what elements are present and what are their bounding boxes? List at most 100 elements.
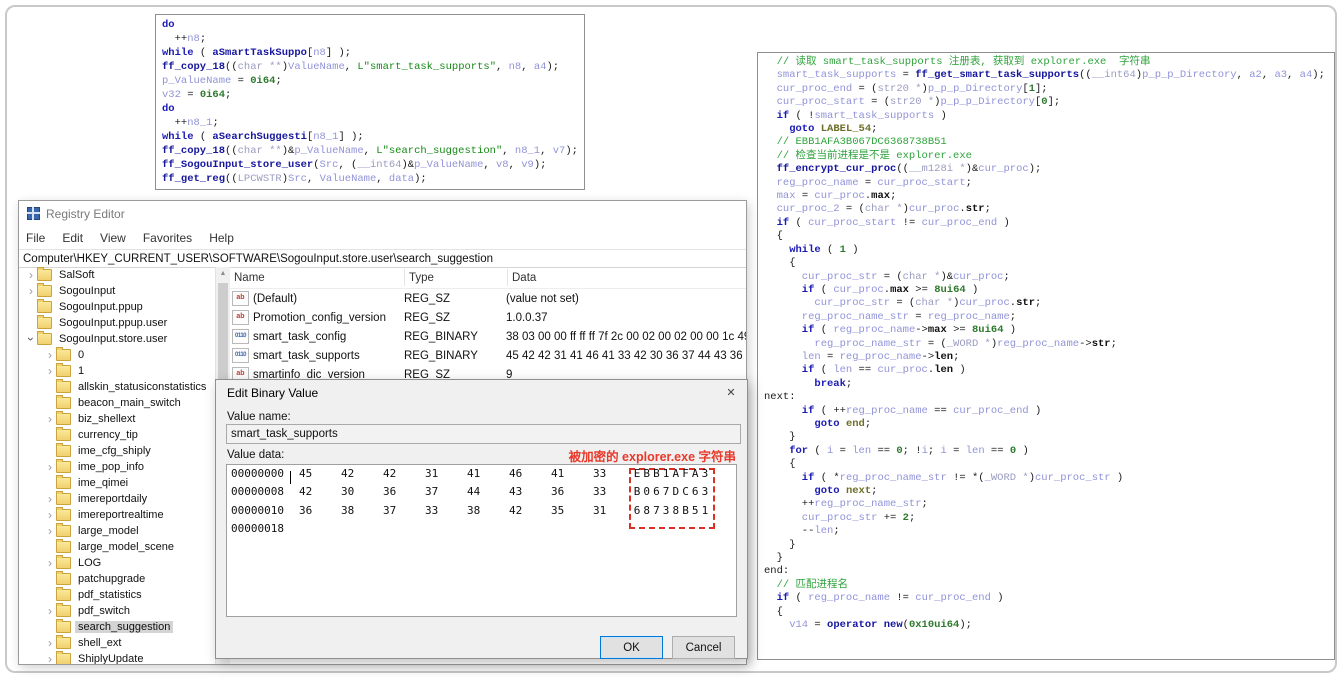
tree-item-currency_tip[interactable]: currency_tip <box>19 427 215 443</box>
hex-offset: 00000008 <box>231 485 284 499</box>
value-type: REG_SZ <box>404 292 451 305</box>
hex-offset: 00000000 <box>231 467 284 480</box>
value-row-Promotion_config_version[interactable]: ab Promotion_config_version REG_SZ 1.0.0.37 <box>230 308 746 327</box>
tree-item-SogouInput.store.user[interactable]: › SogouInput.store.user <box>19 331 215 347</box>
folder-icon <box>37 331 52 345</box>
window-title: Registry Editor <box>46 206 125 221</box>
tree-item-SogouInput[interactable]: › SogouInput <box>19 283 215 299</box>
chevron-right-icon[interactable]: › <box>44 509 56 521</box>
chevron-down-icon[interactable]: › <box>24 333 38 345</box>
chevron-right-icon[interactable]: › <box>44 493 56 505</box>
chevron-right-icon[interactable]: › <box>44 605 56 617</box>
hex-byte: 41 <box>551 467 565 480</box>
folder-icon <box>56 475 71 489</box>
code-line: if ( *reg_proc_name_str != *(_WORD *)cur… <box>764 471 1124 484</box>
chevron-right-icon[interactable]: › <box>44 525 56 537</box>
tree-item-SogouInput.ppup.user[interactable]: SogouInput.ppup.user <box>19 315 215 331</box>
tree-item-ime_cfg_shiply[interactable]: ime_cfg_shiply <box>19 443 215 459</box>
column-header-type[interactable]: Type <box>405 269 508 286</box>
screenshot-root: do ++n8; while ( aSmartTaskSuppo[n8] ); ff… <box>0 0 1342 678</box>
tree-item-ime_pop_info[interactable]: › ime_pop_info <box>19 459 215 475</box>
value-row-(Default)[interactable]: ab (Default) REG_SZ (value not set) <box>230 289 746 308</box>
tree-item-1[interactable]: › 1 <box>19 363 215 379</box>
chevron-right-icon[interactable]: › <box>44 461 56 473</box>
hex-editor[interactable]: 00000000 45 42 42 31 41 46 41 33 E B B 1 A F A 3 00000008… <box>226 464 737 617</box>
tree-item-search_suggestion[interactable]: search_suggestion <box>19 619 215 635</box>
tree-item-imereportdaily[interactable]: › imereportdaily <box>19 491 215 507</box>
hex-row: 00000000 45 42 42 31 41 46 41 33 E B B 1 A F A 3 <box>227 465 736 483</box>
column-header-data[interactable]: Data <box>508 269 746 286</box>
tree-item-ShiplyUpdate[interactable]: › ShiplyUpdate <box>19 651 215 664</box>
tree-item-allskin_statusiconstatistics[interactable]: allskin_statusiconstatistics <box>19 379 215 395</box>
tree-item-SalSoft[interactable]: › SalSoft <box>19 267 215 283</box>
ascii-char: 3 <box>701 467 709 480</box>
tree-item-LOG[interactable]: › LOG <box>19 555 215 571</box>
hex-byte: 36 <box>551 485 565 499</box>
ascii-char: 5 <box>691 503 699 517</box>
chevron-right-icon[interactable]: › <box>44 653 56 664</box>
hex-byte: 45 <box>299 467 313 480</box>
folder-icon <box>56 523 71 537</box>
chevron-right-icon[interactable]: › <box>44 349 56 361</box>
code-line: if ( cur_proc_start != cur_proc_end ) <box>764 216 1010 229</box>
code-line: do <box>162 19 175 31</box>
tree-item-shell_ext[interactable]: › shell_ext <box>19 635 215 651</box>
ascii-char: B <box>643 467 650 480</box>
chevron-right-icon[interactable]: › <box>44 365 56 377</box>
hex-byte: 33 <box>593 467 607 480</box>
menu-item-favorites[interactable]: Favorites <box>143 231 192 245</box>
ascii-char: B <box>682 503 689 517</box>
tree-item-beacon_main_switch[interactable]: beacon_main_switch <box>19 395 215 411</box>
menu-item-file[interactable]: File <box>26 231 45 245</box>
folder-icon <box>56 379 71 393</box>
tree-item-large_model_scene[interactable]: large_model_scene <box>19 539 215 555</box>
tree-item-label: search_suggestion <box>75 621 174 633</box>
menu-item-edit[interactable]: Edit <box>62 231 83 245</box>
registry-titlebar[interactable]: Registry Editor <box>19 201 746 226</box>
tree-item-SogouInput.ppup[interactable]: SogouInput.ppup <box>19 299 215 315</box>
value-data-label: Value data: <box>227 449 285 461</box>
value-rows: ab (Default) REG_SZ (value not set) ab Promot… <box>230 289 746 384</box>
value-name-field[interactable]: smart_task_supports <box>226 424 741 444</box>
dialog-titlebar[interactable]: Edit Binary Value <box>216 380 747 405</box>
chevron-right-icon[interactable]: › <box>44 413 56 425</box>
tree-item-pdf_switch[interactable]: › pdf_switch <box>19 603 215 619</box>
code-line: ff_copy_18((char **)&p_ValueName, L"sear… <box>162 145 578 157</box>
close-icon[interactable]: ✕ <box>717 382 745 403</box>
value-row-smart_task_config[interactable]: 0110 smart_task_config REG_BINARY 38 03 00 … <box>230 327 746 346</box>
hex-byte: 38 <box>341 503 355 517</box>
ascii-char: 6 <box>653 485 660 499</box>
ascii-char: 1 <box>662 467 670 480</box>
scroll-up-icon[interactable]: ▲ <box>216 267 230 281</box>
tree-item-label: ime_qimei <box>78 477 129 489</box>
code-line: v32 = 0i64; <box>162 89 232 101</box>
chevron-right-icon[interactable]: › <box>25 285 37 297</box>
code-line: } <box>764 431 796 444</box>
menu-item-view[interactable]: View <box>100 231 126 245</box>
tree-item-label: pdf_switch <box>78 605 130 617</box>
tree-item-large_model[interactable]: › large_model <box>19 523 215 539</box>
ok-button[interactable]: OK <box>600 636 663 659</box>
folder-icon <box>56 443 71 457</box>
column-header-name[interactable]: Name <box>230 269 405 286</box>
tree-item-patchupgrade[interactable]: patchupgrade <box>19 571 215 587</box>
tree-item-0[interactable]: › 0 <box>19 347 215 363</box>
chevron-right-icon[interactable]: › <box>44 557 56 569</box>
scrollbar-thumb[interactable] <box>218 283 228 393</box>
tree-item-biz_shellext[interactable]: › biz_shellext <box>19 411 215 427</box>
ascii-char: B <box>633 485 641 499</box>
address-bar[interactable]: Computer\HKEY_CURRENT_USER\SOFTWARE\Sogo… <box>19 249 746 268</box>
chevron-right-icon[interactable]: › <box>44 637 56 649</box>
chevron-right-icon[interactable]: › <box>25 269 37 281</box>
code-line: goto end; <box>764 417 872 430</box>
code-line: { <box>764 257 796 270</box>
code-line: cur_proc_start = (str20 *)p_p_p_Director… <box>764 96 1061 109</box>
tree-item-ime_qimei[interactable]: ime_qimei <box>19 475 215 491</box>
menu-item-help[interactable]: Help <box>209 231 234 245</box>
tree-item-label: ShiplyUpdate <box>78 653 144 664</box>
tree-item-pdf_statistics[interactable]: pdf_statistics <box>19 587 215 603</box>
cancel-button[interactable]: Cancel <box>672 636 735 659</box>
ascii-char: 6 <box>691 485 699 499</box>
value-row-smart_task_supports[interactable]: 0110 smart_task_supports REG_BINARY 45 42 4… <box>230 346 746 365</box>
tree-item-imereportrealtime[interactable]: › imereportrealtime <box>19 507 215 523</box>
